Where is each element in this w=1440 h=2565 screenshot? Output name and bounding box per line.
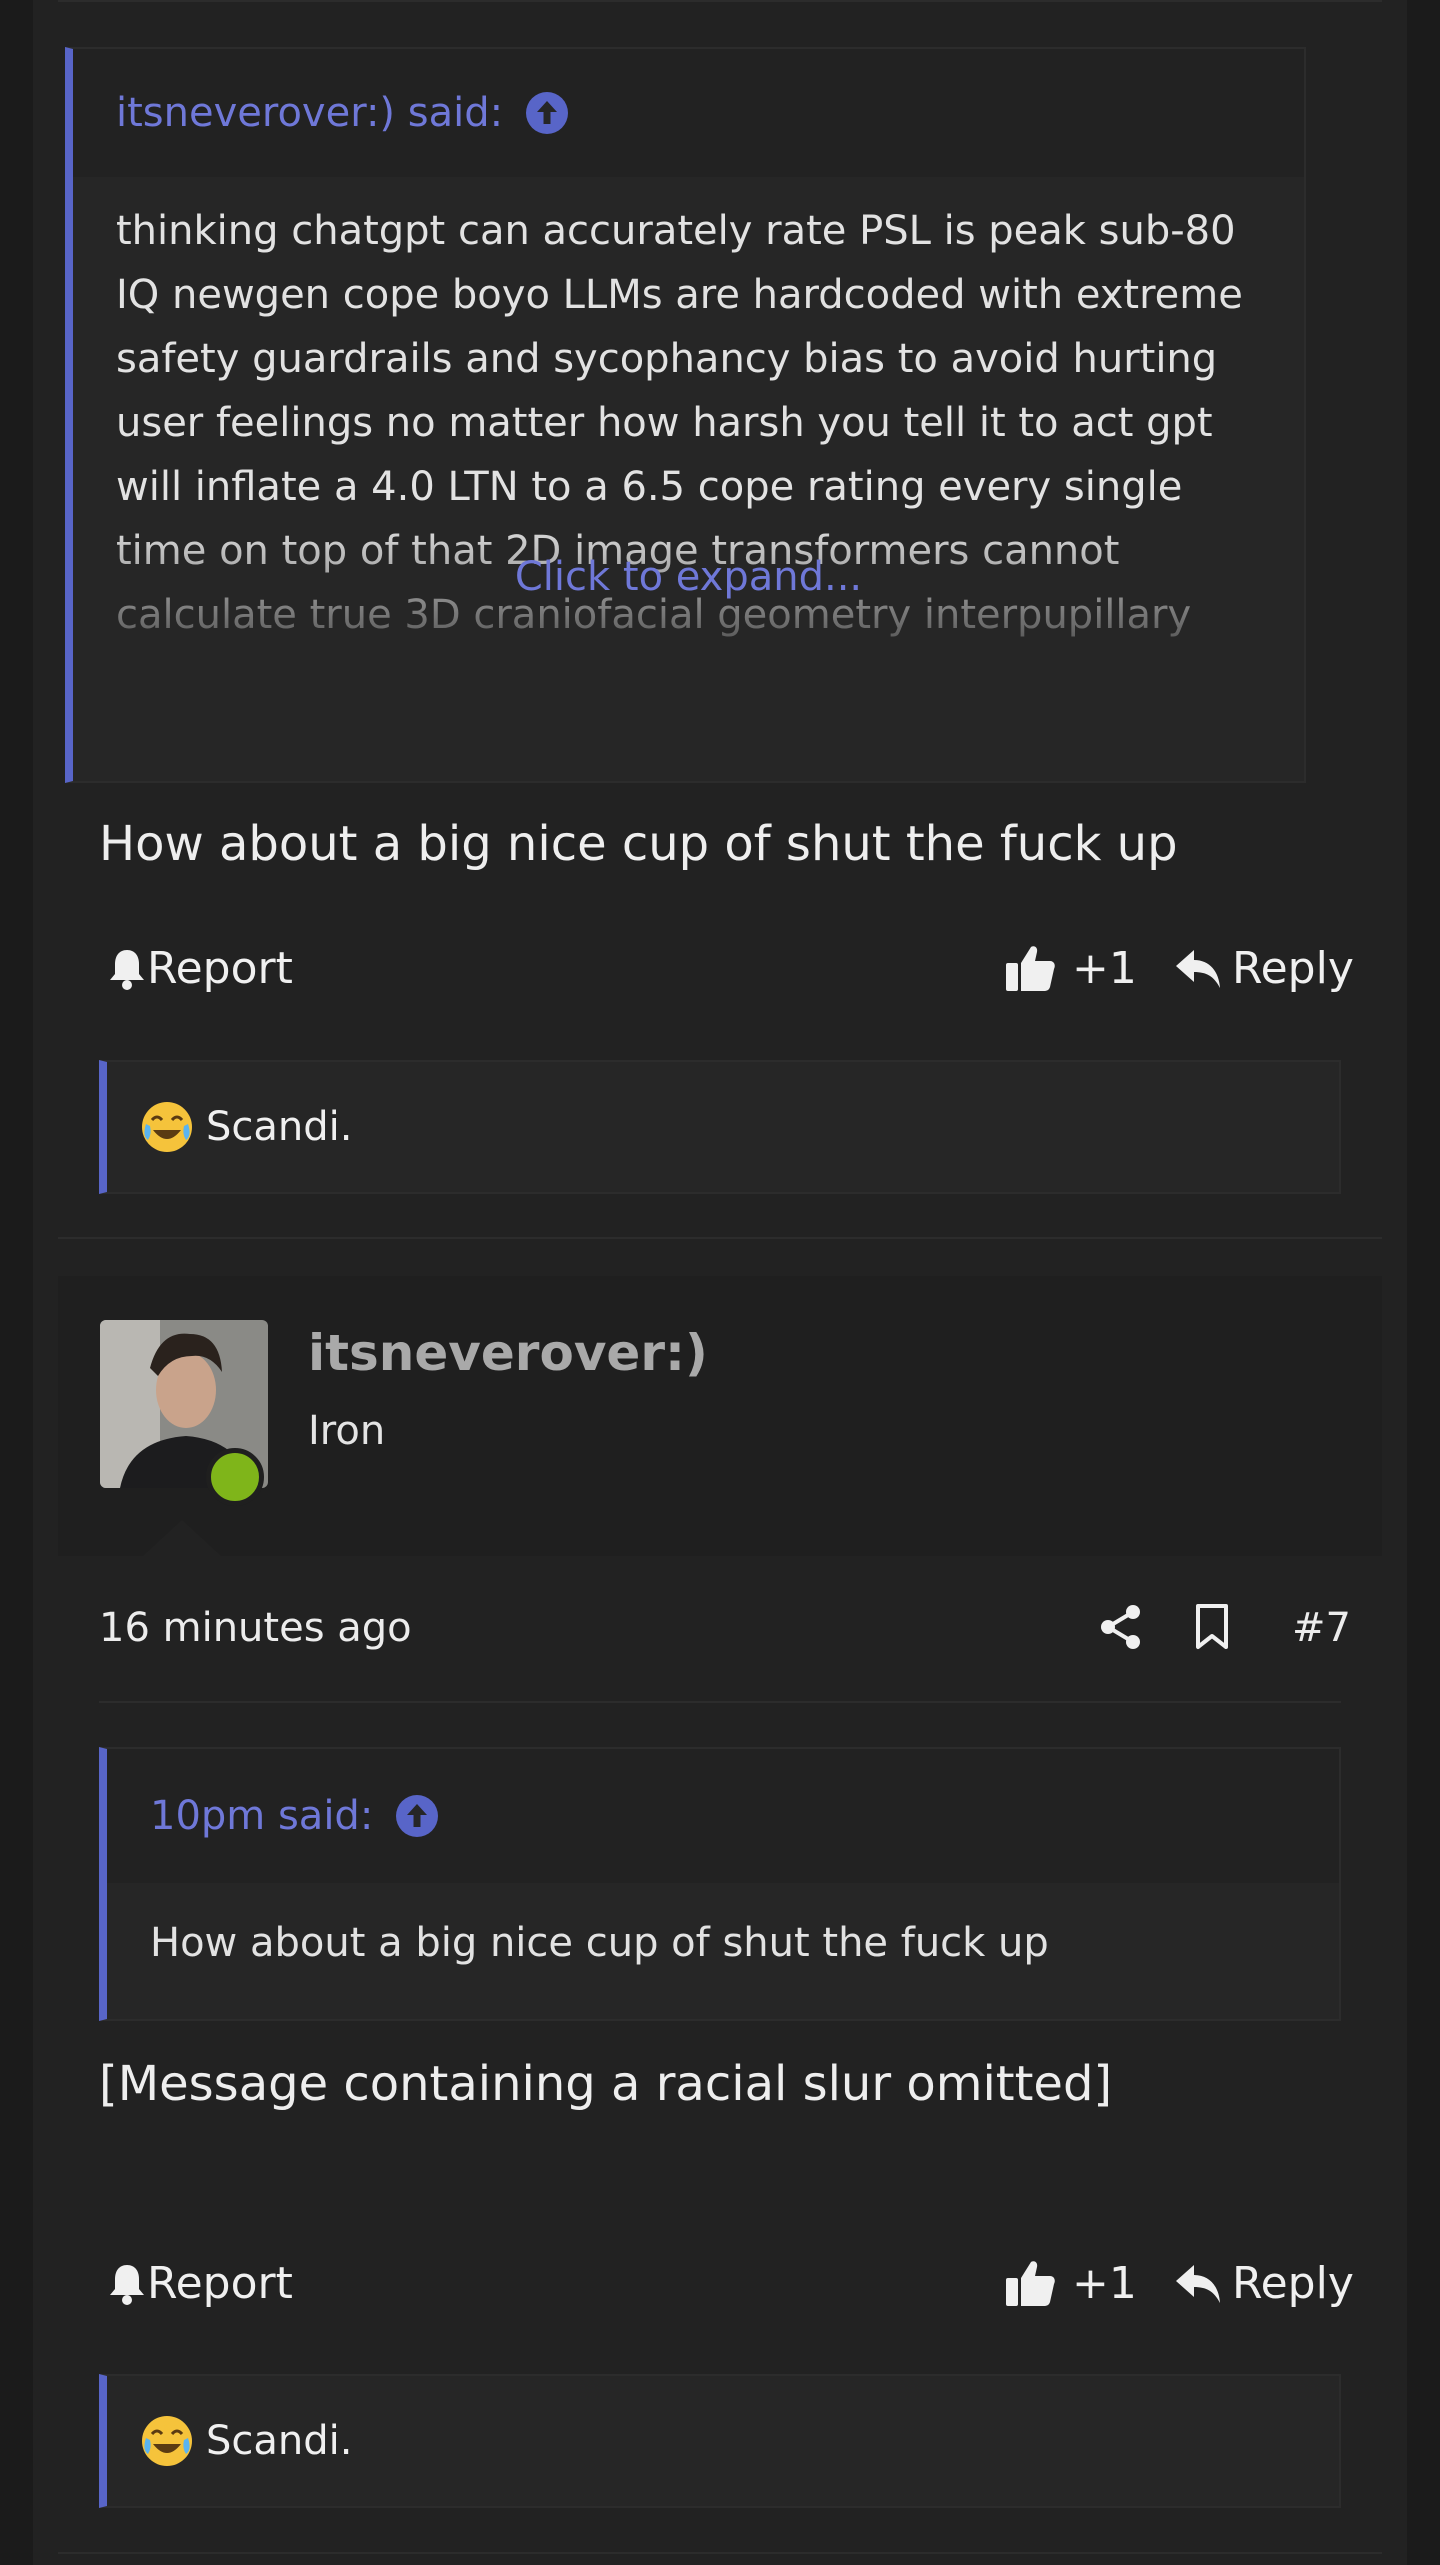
post2-quote: 10pm said: How about a big nice cup of s… — [99, 1747, 1341, 2021]
thumbs-up-icon — [1006, 946, 1055, 991]
post2-reactions[interactable]: Scandi. — [99, 2374, 1341, 2508]
crying-laughing-emoji — [142, 1102, 192, 1152]
quote-header: itsneverover:) said: — [73, 49, 1304, 177]
quote-author[interactable]: itsneverover:) said: — [116, 90, 503, 136]
quote-body: How about a big nice cup of shut the fuc… — [107, 1883, 1339, 1975]
post-divider — [58, 1237, 1382, 1239]
arrow-up-circle-icon[interactable] — [395, 1794, 439, 1838]
like-button[interactable]: +1 — [1004, 2248, 1137, 2318]
report-button[interactable]: Report — [107, 2248, 293, 2318]
reply-button[interactable]: Reply — [1174, 2248, 1354, 2318]
post1-reactions[interactable]: Scandi. — [99, 1060, 1341, 1194]
username[interactable]: itsneverover:) — [308, 1324, 708, 1382]
like-button[interactable]: +1 — [1004, 933, 1137, 1003]
reaction-names[interactable]: Scandi. — [206, 2418, 352, 2464]
post1-message: How about a big nice cup of shut the fuc… — [99, 816, 1178, 872]
bell-icon — [110, 950, 144, 990]
reply-label: Reply — [1232, 2257, 1354, 2309]
post2-meta: 16 minutes ago #7 — [99, 1595, 1351, 1665]
user-title: Iron — [308, 1408, 386, 1454]
user-bar-caret — [142, 1520, 222, 1557]
crying-laughing-emoji — [142, 2416, 192, 2466]
report-button[interactable]: Report — [107, 933, 293, 1003]
quote-text: How about a big nice cup of shut the fuc… — [150, 1920, 1049, 1966]
meta-divider — [99, 1701, 1341, 1703]
like-count: +1 — [1072, 942, 1137, 994]
post1-quote: itsneverover:) said: thinking chatgpt ca… — [65, 47, 1306, 783]
post2-message: [Message containing a racial slur omitte… — [99, 2056, 1113, 2112]
share-icon[interactable] — [1099, 1603, 1143, 1651]
report-label: Report — [147, 2257, 293, 2309]
post2-actions: Report +1 Reply — [99, 2248, 1354, 2318]
reply-icon — [1176, 2265, 1220, 2303]
post-time[interactable]: 16 minutes ago — [99, 1605, 412, 1651]
reaction-names[interactable]: Scandi. — [206, 1104, 352, 1150]
reply-icon — [1176, 950, 1220, 988]
report-label: Report — [147, 942, 293, 994]
reply-button[interactable]: Reply — [1174, 933, 1354, 1003]
bell-icon — [110, 2265, 144, 2305]
top-divider — [58, 0, 1382, 2]
like-count: +1 — [1072, 2257, 1137, 2309]
click-to-expand-link[interactable]: Click to expand... — [73, 545, 1304, 609]
post1-actions: Report +1 Reply — [99, 933, 1354, 1003]
arrow-up-circle-icon[interactable] — [525, 91, 569, 135]
post-number[interactable]: #7 — [1292, 1605, 1351, 1651]
reply-label: Reply — [1232, 942, 1354, 994]
quote-author[interactable]: 10pm said: — [150, 1793, 373, 1839]
bottom-divider — [58, 2552, 1382, 2554]
bookmark-icon[interactable] — [1194, 1603, 1230, 1651]
thumbs-up-icon — [1006, 2261, 1055, 2306]
quote-header: 10pm said: — [107, 1749, 1339, 1883]
post2-user-bar: itsneverover:) Iron — [58, 1276, 1382, 1557]
online-status-indicator — [206, 1448, 264, 1506]
quote-body: thinking chatgpt can accurately rate PSL… — [73, 177, 1304, 661]
